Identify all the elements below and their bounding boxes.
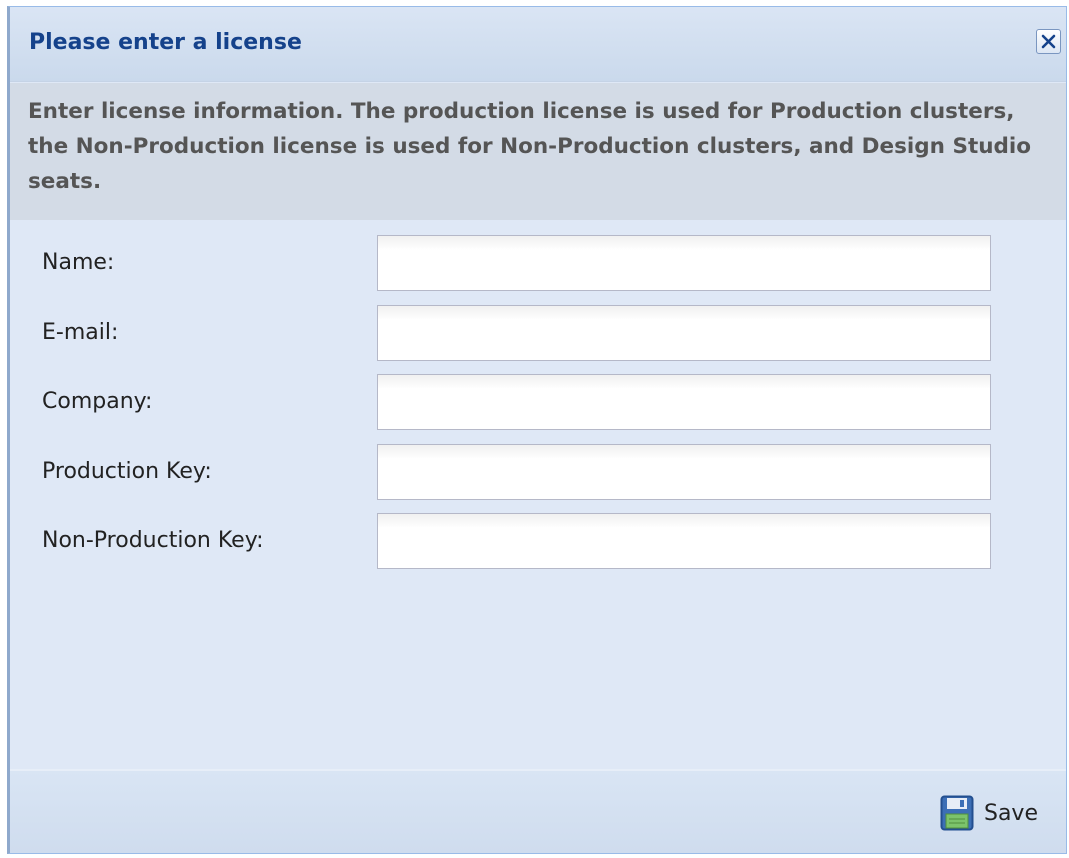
production-key-input[interactable]: [377, 444, 991, 500]
name-row: Name:: [10, 235, 1066, 291]
floppy-disk-icon: [940, 795, 974, 831]
non-production-key-label: Non-Production Key:: [42, 528, 264, 553]
email-row: E-mail:: [10, 305, 1066, 361]
email-label: E-mail:: [42, 320, 119, 345]
name-label: Name:: [42, 250, 115, 275]
intro-text: Enter license information. The productio…: [28, 99, 1032, 194]
save-label: Save: [983, 800, 1038, 826]
non-production-key-row: Non-Production Key:: [10, 513, 1066, 569]
dialog-header[interactable]: Please enter a license: [10, 7, 1066, 82]
production-key-row: Production Key:: [10, 444, 1066, 500]
production-key-label: Production Key:: [42, 459, 212, 484]
company-label: Company:: [42, 389, 153, 414]
close-button[interactable]: [1036, 29, 1061, 54]
name-input[interactable]: [377, 235, 991, 291]
save-button[interactable]: Save: [940, 793, 1038, 833]
company-input[interactable]: [377, 374, 991, 430]
dialog-footer: Save: [10, 769, 1066, 853]
email-input[interactable]: [377, 305, 991, 361]
non-production-key-input[interactable]: [377, 513, 991, 569]
close-icon: [1041, 34, 1056, 49]
dialog-title: Please enter a license: [29, 30, 302, 55]
intro-panel: Enter license information. The productio…: [10, 83, 1066, 220]
license-dialog: Please enter a license Enter license inf…: [7, 6, 1067, 854]
company-row: Company:: [10, 374, 1066, 430]
